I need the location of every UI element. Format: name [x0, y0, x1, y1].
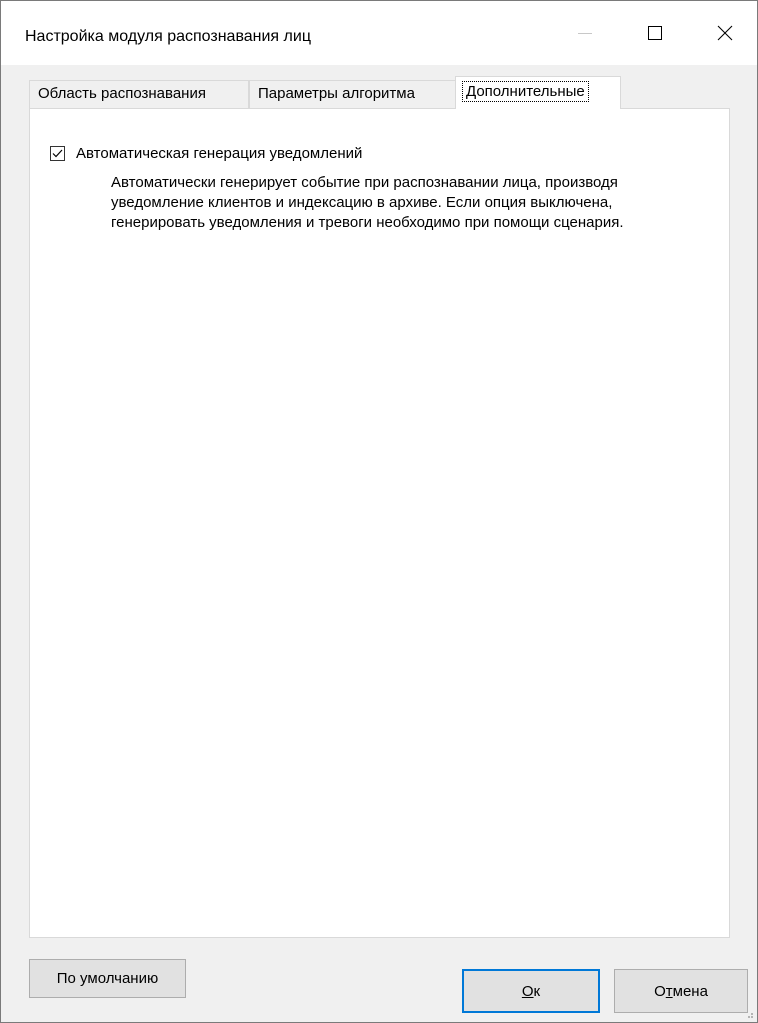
- auto-notify-description: Автоматически генерирует событие при рас…: [111, 174, 624, 231]
- auto-notify-option[interactable]: Автоматическая генерация уведомлений: [50, 145, 362, 162]
- auto-notify-label[interactable]: Автоматическая генерация уведомлений: [76, 145, 362, 162]
- defaults-button-label: По умолчанию: [56, 970, 159, 987]
- maximize-icon: [648, 26, 662, 40]
- cancel-button-label: Отмена: [654, 983, 708, 1000]
- cancel-mnemonic: т: [665, 982, 673, 1000]
- tab-label: Параметры алгоритма: [258, 85, 415, 102]
- tab-label: Дополнительные: [462, 81, 589, 102]
- title-bar[interactable]: Настройка модуля распознавания лиц: [1, 1, 757, 65]
- cancel-pre: О: [654, 982, 666, 1000]
- tab-recognition-area[interactable]: Область распознавания: [29, 80, 249, 108]
- defaults-button[interactable]: По умолчанию: [29, 959, 186, 998]
- settings-dialog: Настройка модуля распознавания лиц Облас…: [0, 0, 758, 1023]
- close-button[interactable]: [699, 9, 751, 57]
- tab-algorithm-parameters[interactable]: Параметры алгоритма: [249, 80, 457, 108]
- auto-notify-checkbox[interactable]: [50, 146, 65, 161]
- resize-grip-icon[interactable]: [744, 1009, 754, 1019]
- tab-additional[interactable]: Дополнительные: [455, 76, 621, 109]
- checkmark-icon: [52, 149, 63, 158]
- close-icon: [717, 25, 733, 41]
- cancel-rest: мена: [672, 982, 708, 1000]
- ok-rest: к: [533, 982, 541, 1000]
- tab-panel-additional: Автоматическая генерация уведомлений Авт…: [29, 108, 730, 938]
- tab-label: Область распознавания: [38, 85, 206, 102]
- ok-button-label: Ок: [522, 983, 540, 1000]
- window-title: Настройка модуля распознавания лиц: [25, 28, 311, 45]
- ok-button[interactable]: Ок: [462, 969, 600, 1013]
- minimize-button: [559, 9, 611, 57]
- cancel-button[interactable]: Отмена: [614, 969, 748, 1013]
- ok-mnemonic: О: [521, 982, 534, 1000]
- minimize-icon: [578, 33, 592, 34]
- maximize-button[interactable]: [629, 9, 681, 57]
